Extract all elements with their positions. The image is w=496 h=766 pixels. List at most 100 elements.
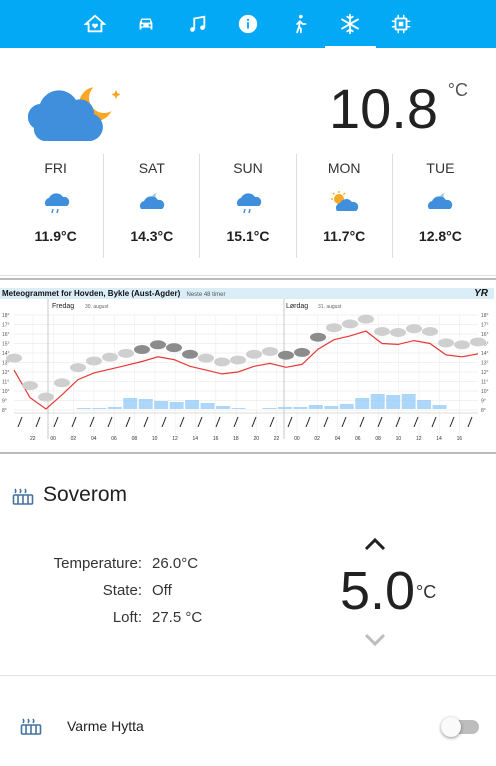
weather-symbol-icon: [278, 350, 294, 360]
wind-arrow: [305, 416, 311, 428]
tab-info[interactable]: [223, 0, 274, 48]
wind-arrow: [71, 416, 77, 428]
x-tick-label: 00: [294, 436, 300, 442]
y-tick-label: 16°: [2, 332, 10, 338]
weather-symbol-icon: [454, 340, 470, 350]
wind-arrow: [107, 416, 113, 428]
x-tick-label: 12: [172, 436, 178, 442]
attribute-key: State:: [102, 582, 142, 599]
x-tick-label: 04: [91, 436, 97, 442]
y-tick-label: 17°: [481, 323, 489, 329]
x-tick-label: 14: [193, 436, 199, 442]
rainy-cloud-icon: [236, 193, 262, 214]
y-tick-label: 13°: [2, 361, 10, 367]
x-tick-label: 08: [375, 436, 381, 442]
weather-symbol-icon: [230, 355, 246, 365]
switch-label[interactable]: Varme Hytta: [67, 718, 144, 734]
x-tick-label: 14: [436, 436, 442, 442]
tab-activity[interactable]: [274, 0, 325, 48]
tab-home[interactable]: [70, 0, 121, 48]
precip-bar: [355, 398, 370, 409]
forecast-day: SUN 15.1°C: [200, 154, 297, 258]
wind-arrow: [251, 416, 257, 428]
precip-bar: [216, 406, 231, 409]
rainy-cloud-icon: [44, 193, 69, 214]
weather-symbol-icon: [134, 345, 150, 355]
forecast-temperature: 11.7°C: [323, 228, 366, 244]
weather-symbol-icon: [86, 356, 102, 366]
wind-arrow: [413, 416, 419, 428]
chip-icon: [391, 14, 411, 34]
yr-logo: YR: [474, 288, 488, 299]
precip-bar: [123, 398, 138, 409]
wind-arrow: [161, 416, 167, 428]
precip-bar: [231, 408, 246, 409]
weather-symbol-icon: [358, 314, 374, 324]
precip-bar: [138, 399, 153, 409]
tab-climate[interactable]: [324, 0, 376, 48]
chevron-down-icon[interactable]: [362, 632, 388, 648]
wind-arrow: [53, 416, 59, 428]
weather-card[interactable]: 10.8 °C FRI 11.9°C SAT 14.3°C SUN 15.1°C…: [0, 50, 496, 276]
x-tick-label: 22: [274, 436, 280, 442]
attribute-value: 27.5 °C: [152, 609, 203, 626]
weather-symbol-icon: [70, 363, 86, 373]
y-tick-label: 13°: [481, 361, 489, 367]
wind-arrow: [197, 416, 203, 428]
y-tick-label: 10°: [2, 389, 10, 395]
wind-arrow: [323, 416, 329, 428]
meteogram-header: Meteogrammet for Hovden, Bykle (Aust-Agd…: [0, 288, 494, 299]
weather-symbol-icon: [22, 381, 38, 391]
wind-arrow: [35, 416, 41, 428]
day-date: 31. august: [318, 304, 342, 310]
weather-symbol-icon: [166, 343, 182, 353]
weather-symbol-icon: [198, 353, 214, 363]
info-icon: [238, 14, 258, 34]
forecast-day: MON 11.7°C: [297, 154, 393, 258]
attribute-key: Temperature:: [53, 555, 142, 572]
switch-row: Varme Hytta: [0, 684, 496, 766]
attribute-row: Temperature: 26.0°C: [30, 550, 250, 577]
wind-arrow: [269, 416, 275, 428]
weather-symbol-icon: [310, 332, 326, 342]
y-tick-label: 8°: [2, 408, 7, 414]
y-tick-label: 16°: [481, 332, 489, 338]
attribute-row: Loft: 27.5 °C: [30, 604, 250, 631]
y-tick-label: 9°: [481, 399, 486, 405]
wind-arrow: [359, 416, 365, 428]
x-tick-label: 10: [396, 436, 402, 442]
forecast-day-name: SAT: [138, 160, 165, 176]
tab-music[interactable]: [172, 0, 223, 48]
meteogram-title: Meteogrammet for Hovden, Bykle (Aust-Agd…: [2, 289, 181, 298]
forecast-temperature: 12.8°C: [418, 228, 462, 244]
weather-symbol-icon: [390, 327, 406, 337]
tab-car[interactable]: [121, 0, 172, 48]
day-date: 30. august: [85, 304, 109, 310]
precip-bar: [401, 394, 416, 409]
wind-arrow: [467, 416, 473, 428]
thermostat-title[interactable]: Soverom: [43, 483, 127, 507]
precip-bar: [432, 405, 447, 409]
thermostat-attributes: Temperature: 26.0°C State: Off Loft: 27.…: [30, 550, 250, 631]
forecast-day: TUE 12.8°C: [393, 154, 488, 258]
tab-system[interactable]: [376, 0, 427, 48]
y-tick-label: 15°: [2, 342, 10, 348]
weather-symbol-icon: [294, 347, 310, 357]
weather-symbol-icon: [262, 346, 278, 356]
forecast-day-name: TUE: [426, 160, 455, 176]
meteogram-subtitle: Neste 48 timer: [186, 292, 226, 298]
sun-cloud-icon: [331, 191, 359, 211]
precip-bar: [262, 408, 277, 409]
attribute-value: Off: [152, 582, 172, 599]
weather-symbol-icon: [214, 357, 230, 367]
precip-bar: [277, 407, 292, 409]
y-tick-label: 12°: [2, 370, 10, 376]
switch-toggle[interactable]: [441, 717, 479, 737]
precip-bar: [324, 406, 339, 409]
x-tick-label: 10: [152, 436, 158, 442]
weather-symbol-icon: [182, 349, 198, 359]
chevron-up-icon[interactable]: [362, 534, 388, 552]
meteogram-card[interactable]: Meteogrammet for Hovden, Bykle (Aust-Agd…: [0, 278, 496, 454]
precip-bar: [386, 395, 401, 409]
wind-arrow: [143, 416, 149, 428]
